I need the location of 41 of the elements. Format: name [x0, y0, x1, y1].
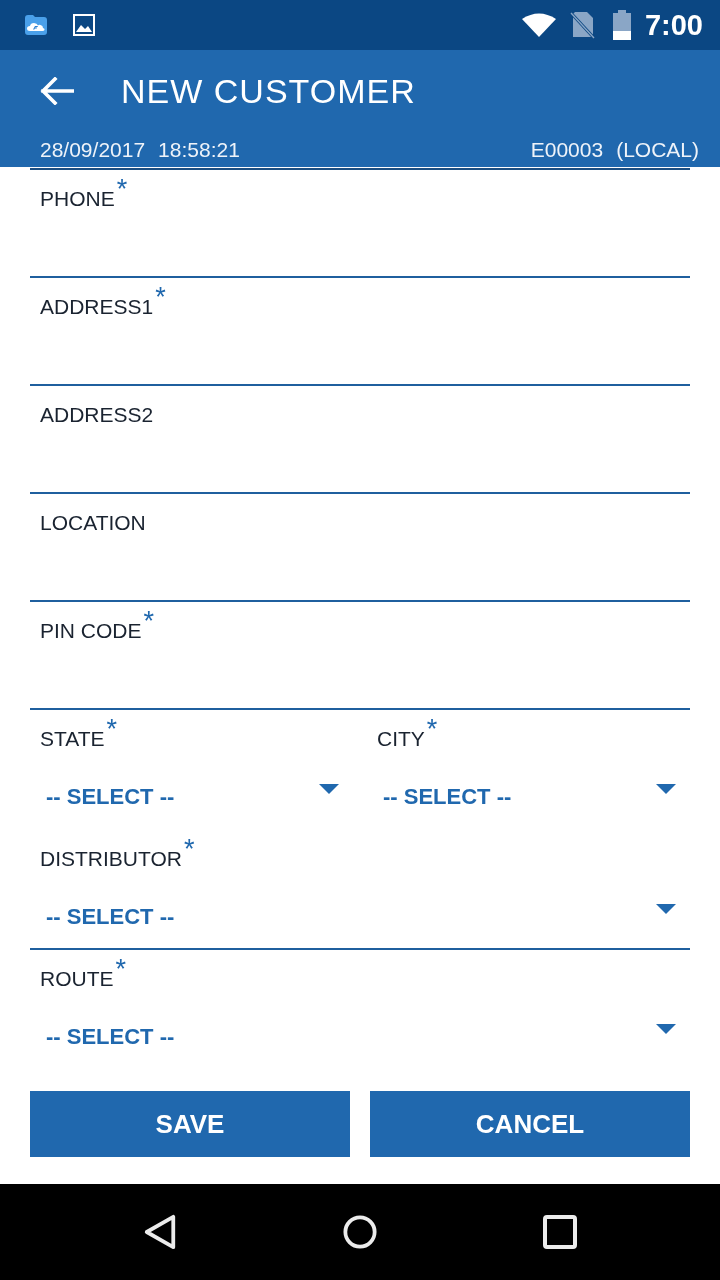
wifi-icon	[521, 13, 556, 37]
field-label: ADDRESS2	[40, 402, 154, 428]
cancel-button[interactable]: CANCEL	[370, 1091, 690, 1157]
folder-cloud-icon	[24, 14, 48, 36]
image-icon	[73, 14, 95, 36]
required-asterisk: *	[115, 959, 126, 979]
battery-icon	[612, 10, 631, 40]
field-label: ROUTE	[40, 966, 114, 992]
field-label: CITY	[377, 726, 425, 752]
field-label: PHONE	[40, 186, 115, 212]
time-text: 18:58:21	[158, 136, 240, 163]
record-id: E00003	[530, 136, 604, 163]
recent-apps-icon[interactable]	[543, 1214, 577, 1250]
caret-icon	[656, 784, 676, 794]
required-asterisk: *	[183, 839, 195, 859]
dropdown[interactable]: -- SELECT --	[30, 874, 690, 950]
screen-title: NEW CUSTOMER	[121, 71, 416, 111]
home-icon[interactable]	[343, 1214, 377, 1250]
field-label: DISTRIBUTOR	[40, 846, 182, 872]
required-asterisk: *	[106, 719, 118, 739]
caret-icon	[319, 784, 339, 794]
source-text: (LOCAL)	[616, 136, 699, 163]
caret-icon	[656, 1024, 676, 1034]
dropdown[interactable]: -- SELECT --	[367, 754, 690, 830]
required-asterisk: *	[155, 287, 166, 307]
required-asterisk: *	[116, 179, 128, 199]
dropdown[interactable]: -- SELECT --	[30, 994, 690, 1070]
no-sim-icon	[568, 11, 595, 39]
field-label: PIN CODE	[40, 618, 142, 644]
required-asterisk: *	[426, 719, 438, 739]
save-button[interactable]: SAVE	[30, 1091, 350, 1157]
back-nav-icon[interactable]	[143, 1214, 177, 1250]
field-label: STATE	[40, 726, 105, 752]
date-text: 28/09/2017	[40, 136, 146, 163]
caret-icon	[656, 904, 676, 914]
required-asterisk: *	[143, 611, 155, 631]
back-arrow-icon[interactable]	[40, 77, 74, 105]
field-label: LOCATION	[40, 510, 146, 536]
status-time: 7:00	[644, 8, 703, 42]
dropdown[interactable]: -- SELECT --	[30, 754, 353, 830]
field-label: ADDRESS1	[40, 294, 154, 320]
